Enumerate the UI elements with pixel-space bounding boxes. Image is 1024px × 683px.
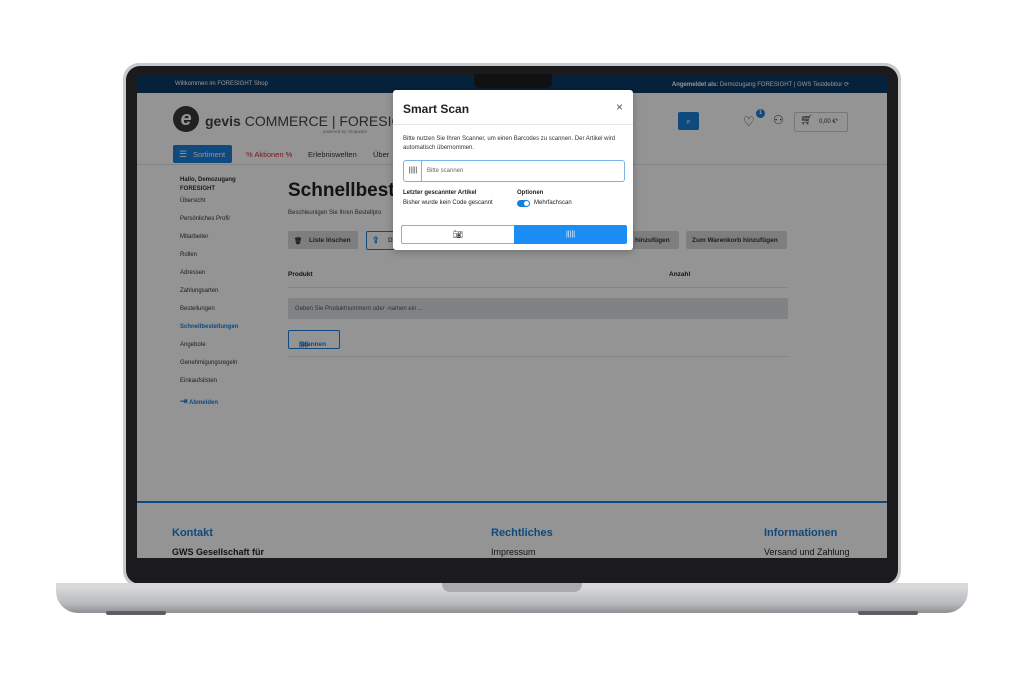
smart-scan-modal: Smart Scan × Bitte nutzen Sie Ihren Scan… — [393, 90, 633, 250]
close-icon[interactable]: × — [616, 100, 623, 114]
scan-input[interactable]: ||||| Bitte scannen — [403, 160, 625, 182]
scanner-tab[interactable]: ||||| — [514, 225, 627, 244]
camera-icon: 📷︎ — [452, 230, 464, 239]
modal-divider — [393, 124, 633, 125]
multi-scan-label: Mehrfachscan — [534, 200, 572, 206]
last-scanned-label: Letzter gescannter Artikel — [403, 190, 477, 196]
modal-title: Smart Scan — [403, 102, 470, 116]
barcode-icon: ||||| — [408, 167, 418, 174]
browser-screen: Willkommen im FORESIGHT Shop Angemeldet … — [137, 76, 887, 558]
scan-input-placeholder: Bitte scannen — [427, 168, 464, 174]
footer-backdrop — [137, 501, 887, 558]
camera-notch — [474, 74, 552, 88]
modal-description: Bitte nutzen Sie Ihren Scanner, um einen… — [403, 136, 616, 151]
multi-scan-toggle[interactable] — [517, 200, 530, 207]
options-label: Optionen — [517, 190, 544, 196]
barcode-icon: ||||| — [565, 231, 576, 238]
last-scanned-value: Bisher wurde kein Code gescannt — [403, 200, 493, 206]
camera-tab[interactable]: 📷︎ — [401, 225, 515, 244]
scan-mode-tabs: 📷︎ ||||| — [401, 225, 627, 244]
laptop-thumb-groove — [442, 583, 582, 592]
